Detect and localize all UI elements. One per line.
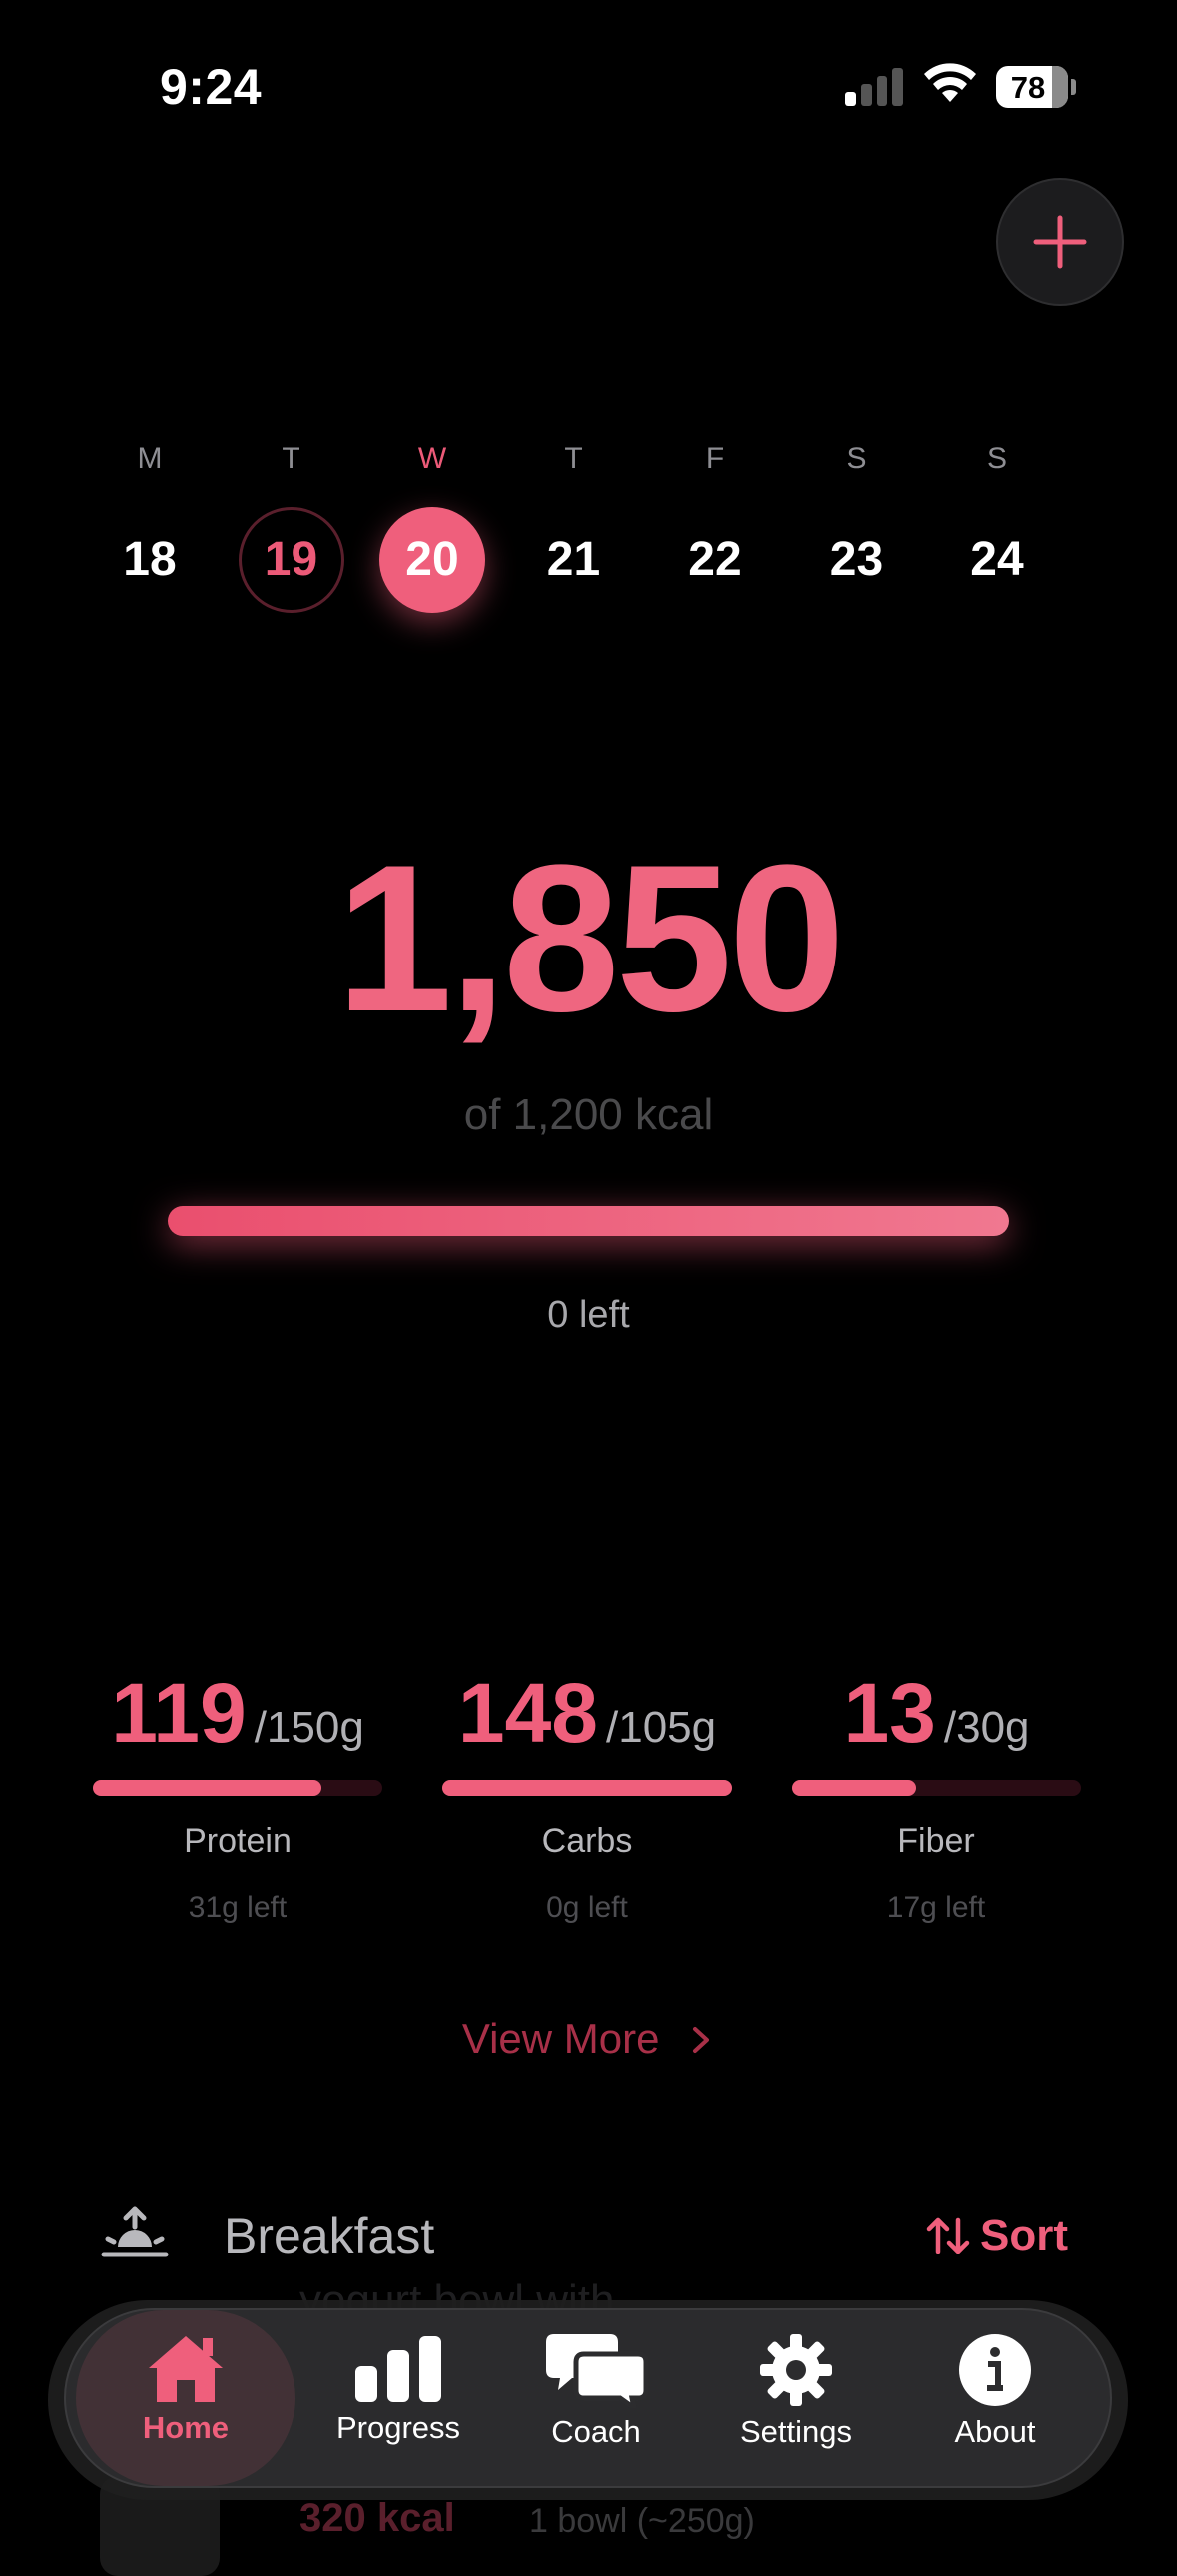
tab-about[interactable]: About	[900, 2310, 1090, 2486]
view-more-link[interactable]: View More	[0, 2015, 1177, 2063]
meal-section-title: Breakfast	[224, 2208, 435, 2263]
food-item-kcal: 320 kcal	[299, 2496, 455, 2540]
food-item-quantity: 1 bowl (~250g)	[529, 2502, 755, 2540]
macro-progress-fill	[442, 1780, 732, 1796]
macro-remaining: 0g left	[546, 1891, 628, 1924]
day-number: 19	[238, 507, 344, 613]
macro-progress-track	[93, 1780, 382, 1796]
tab-bar: Home Progress Coach Settings About	[64, 2308, 1112, 2488]
macro-fiber: 13/30g Fiber 17g left	[787, 1665, 1086, 1925]
day-letter: W	[417, 442, 447, 475]
macro-value: 13	[843, 1666, 936, 1760]
calories-consumed: 1,850	[335, 821, 846, 1055]
day-20[interactable]: W 20	[372, 439, 492, 613]
add-entry-button[interactable]	[996, 178, 1124, 306]
tab-label: Home	[142, 2410, 230, 2445]
day-letter: T	[282, 442, 300, 475]
day-number: 22	[688, 533, 742, 586]
macro-value: 119	[111, 1666, 247, 1760]
tab-label: Progress	[335, 2410, 461, 2445]
macro-name: Fiber	[897, 1822, 975, 1860]
tab-home[interactable]: Home	[76, 2310, 295, 2486]
battery-icon: 78	[996, 66, 1076, 108]
macro-target: /30g	[943, 1703, 1030, 1752]
info-icon	[959, 2334, 1031, 2406]
battery-level: 78	[1010, 70, 1046, 105]
macro-target: /105g	[606, 1703, 717, 1752]
day-number: 21	[546, 533, 601, 586]
day-number: 20	[379, 507, 485, 613]
day-18[interactable]: M 18	[90, 439, 210, 613]
macro-remaining: 31g left	[188, 1891, 288, 1924]
day-letter: T	[564, 442, 583, 475]
calories-goal: of 1,200 kcal	[463, 1090, 714, 1139]
macro-progress-track	[792, 1780, 1081, 1796]
sunrise-icon	[100, 2205, 170, 2265]
macro-protein: 119/150g Protein 31g left	[88, 1665, 387, 1925]
sort-arrows-icon	[926, 2217, 970, 2254]
macro-progress-track	[442, 1780, 732, 1796]
day-24[interactable]: S 24	[937, 439, 1057, 613]
sort-button[interactable]: Sort	[926, 2211, 1068, 2260]
tab-label: About	[954, 2414, 1036, 2449]
day-letter: S	[986, 442, 1007, 475]
macro-target: /150g	[254, 1703, 364, 1752]
calories-remaining: 0 left	[547, 1294, 630, 1336]
chat-bubbles-icon	[546, 2334, 648, 2408]
cellular-signal-icon	[845, 66, 904, 106]
day-letter: M	[137, 442, 163, 475]
day-letter: F	[705, 442, 725, 475]
tab-label: Settings	[739, 2414, 852, 2449]
macro-carbs: 148/105g Carbs 0g left	[437, 1665, 737, 1925]
day-22[interactable]: F 22	[655, 439, 775, 613]
macro-progress-fill	[792, 1780, 916, 1796]
day-21[interactable]: T 21	[514, 439, 634, 613]
week-strip: M 18 T 19 W 20 T 21 F 22 S 23 S 24	[90, 439, 1088, 619]
view-more-label: View More	[461, 2015, 660, 2062]
day-23[interactable]: S 23	[797, 439, 916, 613]
macro-name: Carbs	[541, 1822, 633, 1860]
day-number: 23	[829, 533, 883, 586]
macro-name: Protein	[184, 1822, 292, 1860]
chevron-right-icon	[693, 2027, 710, 2053]
tab-coach[interactable]: Coach	[501, 2310, 691, 2486]
calories-progress-bar	[168, 1206, 1009, 1236]
macro-progress-fill	[93, 1780, 322, 1796]
macro-value: 148	[457, 1666, 599, 1760]
day-19[interactable]: T 19	[232, 439, 351, 613]
sort-label: Sort	[980, 2211, 1068, 2259]
tab-settings[interactable]: Settings	[701, 2310, 890, 2486]
plus-icon	[1033, 215, 1087, 269]
tab-label: Coach	[551, 2414, 641, 2449]
tab-progress[interactable]: Progress	[303, 2310, 493, 2486]
day-number: 18	[123, 533, 177, 586]
status-time: 9:24	[160, 59, 263, 115]
gear-icon	[760, 2334, 832, 2406]
day-number: 24	[970, 533, 1024, 586]
bar-chart-icon	[355, 2336, 441, 2402]
wifi-icon	[922, 60, 978, 108]
macro-remaining: 17g left	[886, 1891, 986, 1924]
day-letter: S	[846, 442, 867, 475]
home-icon	[149, 2336, 223, 2402]
